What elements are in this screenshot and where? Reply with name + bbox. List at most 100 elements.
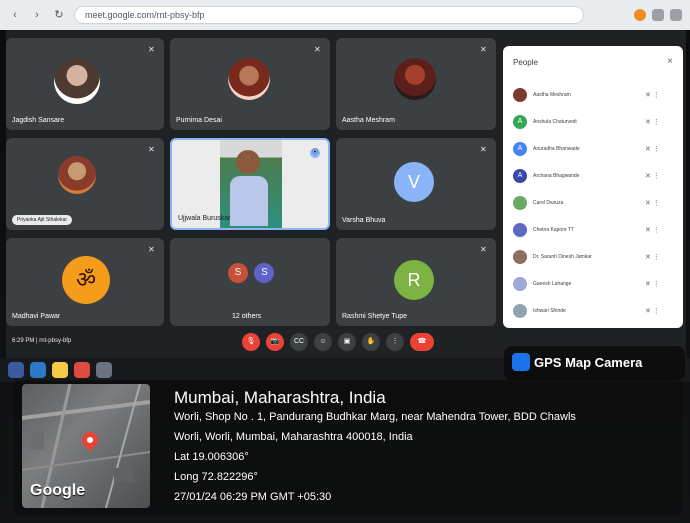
- back-icon[interactable]: ‹: [8, 8, 22, 22]
- gps-brand-text: GPS Map Camera: [534, 355, 643, 370]
- close-icon[interactable]: ×: [667, 56, 673, 67]
- avatar: S: [228, 263, 248, 283]
- captions-icon[interactable]: CC: [290, 333, 308, 351]
- leave-call-icon[interactable]: ☎: [410, 333, 434, 351]
- location-title: Mumbai, Maharashtra, India: [174, 388, 386, 407]
- participant-photo: [58, 156, 96, 194]
- mute-menu-icons[interactable]: ✕ ⋮: [645, 307, 673, 315]
- address-bar[interactable]: meet.google.com/rnt-pbsy-bfp: [74, 6, 584, 24]
- latitude: Lat 19.006306°: [174, 451, 249, 463]
- hand-icon[interactable]: ✋: [362, 333, 380, 351]
- active-speaker-tile[interactable]: ⦿ Ujjwala Buruskar: [170, 138, 330, 230]
- separator: |: [36, 338, 38, 344]
- more-options-icon[interactable]: ⋮: [386, 333, 404, 351]
- participant-name: Anshula Chaturvedi: [533, 118, 577, 125]
- participant-name: Jagdish Sansare: [12, 117, 65, 124]
- participant-tile[interactable]: ✕ Priyanka Ajit Sthalekar: [6, 138, 164, 230]
- mute-menu-icons[interactable]: ✕ ⋮: [645, 253, 673, 261]
- participant-name: Anuradha Bhanwade: [533, 145, 580, 152]
- address-line-1: Worli, Shop No . 1, Pandurang Budhkar Ma…: [174, 411, 576, 423]
- mute-menu-icons[interactable]: ✕ ⋮: [645, 226, 673, 234]
- participant-name: Purnima Desai: [176, 117, 222, 124]
- meet-window: ✕ Jagdish Sansare ✕ Purnima Desai ✕ Aast…: [6, 30, 686, 360]
- participant-tile[interactable]: R ✕ Rashmi Shetye Tupe: [336, 238, 496, 326]
- mic-icon[interactable]: 🎙: [242, 333, 260, 351]
- participant-name: Aastha Meshram: [533, 91, 571, 98]
- list-item[interactable]: Chetna Kapore TT ✕ ⋮: [513, 216, 673, 243]
- participant-tile[interactable]: ॐ ✕ Madhavi Pawar: [6, 238, 164, 326]
- avatar: [513, 249, 527, 264]
- mute-menu-icons[interactable]: ✕ ⋮: [645, 118, 673, 126]
- others-avatars: S S: [228, 262, 276, 283]
- present-icon[interactable]: ▣: [338, 333, 356, 351]
- speaker-face: [236, 150, 260, 174]
- participant-name: Chetna Kapore TT: [533, 226, 575, 233]
- app-icon[interactable]: [96, 362, 112, 378]
- participant-name: Varsha Bhuva: [342, 217, 386, 224]
- list-item[interactable]: Ganesh Lahange ✕ ⋮: [513, 270, 673, 297]
- address-line-2: Worli, Worli, Mumbai, Maharashtra 400018…: [174, 431, 413, 443]
- speaking-indicator-icon: ⦿: [310, 148, 320, 158]
- participant-name: Ganesh Lahange: [533, 280, 572, 287]
- list-item[interactable]: A Anuradha Bhanwade ✕ ⋮: [513, 135, 673, 162]
- participant-name: Carol Dsouza: [533, 199, 564, 206]
- participant-name: Rashmi Shetye Tupe: [342, 313, 407, 320]
- emoji-icon[interactable]: ☺: [314, 333, 332, 351]
- chrome-icon[interactable]: [74, 362, 90, 378]
- participant-tile[interactable]: ✕ Purnima Desai: [170, 38, 330, 130]
- avatar: A: [513, 141, 527, 156]
- start-icon[interactable]: [8, 362, 24, 378]
- mic-muted-icon: ✕: [480, 145, 487, 154]
- participant-photo: [54, 58, 100, 104]
- list-item[interactable]: Carol Dsouza ✕ ⋮: [513, 189, 673, 216]
- list-item[interactable]: Aastha Meshram ✕ ⋮: [513, 81, 673, 108]
- mute-menu-icons[interactable]: ✕ ⋮: [645, 91, 673, 99]
- profile-icon[interactable]: [634, 9, 646, 21]
- screen-photo: ‹ › ↻ meet.google.com/rnt-pbsy-bfp ✕ Jag…: [0, 0, 690, 523]
- extensions-icon[interactable]: [652, 9, 664, 21]
- people-title: People: [513, 58, 538, 67]
- avatar: [513, 303, 527, 318]
- longitude: Long 72.822296°: [174, 471, 258, 483]
- mic-muted-icon: ✕: [148, 45, 155, 54]
- forward-icon[interactable]: ›: [30, 8, 44, 22]
- mute-menu-icons[interactable]: ✕ ⋮: [645, 145, 673, 153]
- letter-avatar: R: [394, 260, 434, 300]
- letter-avatar: V: [394, 162, 434, 202]
- gps-brand-badge: GPS Map Camera: [504, 346, 685, 380]
- mute-menu-icons[interactable]: ✕ ⋮: [645, 199, 673, 207]
- participant-tile[interactable]: V ✕ Varsha Bhuva: [336, 138, 496, 230]
- participant-tile[interactable]: ✕ Jagdish Sansare: [6, 38, 164, 130]
- mute-menu-icons[interactable]: ✕ ⋮: [645, 172, 673, 180]
- avatar: [513, 195, 527, 210]
- mic-muted-icon: ✕: [480, 245, 487, 254]
- list-item[interactable]: Ishwari Shinde ✕ ⋮: [513, 297, 673, 324]
- participant-name: Madhavi Pawar: [12, 313, 61, 320]
- folder-icon[interactable]: [52, 362, 68, 378]
- others-tile[interactable]: S S 12 others: [170, 238, 330, 326]
- list-item[interactable]: Dr. Saranh Dinesh Jamkar ✕ ⋮: [513, 243, 673, 270]
- mic-muted-icon: ✕: [148, 145, 155, 154]
- location-map: Google: [22, 384, 150, 508]
- list-item[interactable]: A Anshula Chaturvedi ✕ ⋮: [513, 108, 673, 135]
- participant-name-chip: Priyanka Ajit Sthalekar: [12, 215, 73, 225]
- participant-name: Ujjwala Buruskar: [178, 215, 231, 222]
- participant-photo: [394, 58, 436, 100]
- avatar: S: [254, 263, 275, 283]
- menu-icon[interactable]: [670, 9, 682, 21]
- participant-photo: [228, 58, 270, 100]
- camera-icon[interactable]: 📷: [266, 333, 284, 351]
- meeting-controls: 🎙 📷 CC ☺ ▣ ✋ ⋮ ☎: [242, 333, 434, 351]
- reload-icon[interactable]: ↻: [52, 8, 66, 22]
- timestamp: 27/01/24 06:29 PM GMT +05:30: [174, 491, 332, 503]
- participant-tile[interactable]: ✕ Aastha Meshram: [336, 38, 496, 130]
- avatar: [513, 87, 527, 102]
- list-item[interactable]: A Archana Bhagwande ✕ ⋮: [513, 162, 673, 189]
- mute-menu-icons[interactable]: ✕ ⋮: [645, 280, 673, 288]
- mic-muted-icon: ✕: [148, 245, 155, 254]
- camera-logo-icon: [512, 353, 530, 371]
- browser-icon[interactable]: [30, 362, 46, 378]
- participant-name: Aastha Meshram: [342, 117, 395, 124]
- mic-muted-icon: ✕: [480, 45, 487, 54]
- google-logo: Google: [30, 482, 86, 499]
